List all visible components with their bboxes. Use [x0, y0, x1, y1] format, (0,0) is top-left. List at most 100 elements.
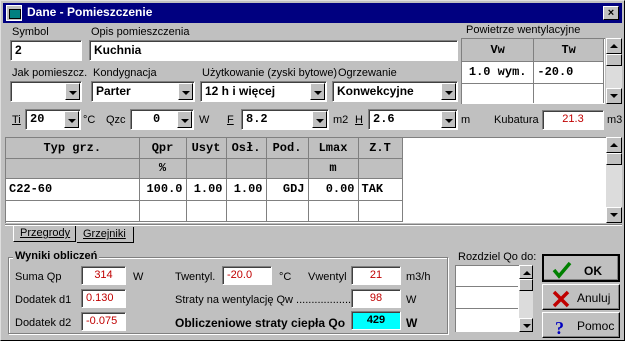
scroll-up-icon[interactable]	[606, 137, 622, 153]
vent-cell-vw[interactable]: 1.0 wym.	[462, 61, 535, 84]
scroll-down-icon[interactable]	[606, 207, 622, 223]
suma-label: Suma Qp	[15, 271, 62, 283]
chevron-down-icon[interactable]	[65, 83, 80, 100]
opis-label: Opis pomieszczenia	[91, 26, 190, 38]
d2-label: Dodatek d2	[15, 317, 72, 329]
vent-grid[interactable]: Vw Tw 1.0 wym. -20.0	[461, 38, 605, 104]
cell-qpr[interactable]: 100.0	[139, 178, 187, 201]
dialog-window: Dane - Pomieszczenie × Symbol 2 Opis pom…	[0, 0, 625, 341]
col-header-lmax: Lmax	[308, 138, 359, 159]
unit-cell	[186, 158, 227, 179]
heaters-table[interactable]: Typ grz. Qpr Usyt Osł. Pod. Lmax Z.T % m…	[5, 137, 606, 223]
suma-value: 314	[81, 266, 126, 285]
col-header-qpr: Qpr	[139, 138, 187, 159]
anuluj-button[interactable]: Anuluj	[542, 284, 620, 310]
col-header-zt: Z.T	[358, 138, 403, 159]
cell-usyt[interactable]: 1.00	[186, 178, 227, 201]
ti-label: Ti	[12, 114, 21, 126]
kondygnacja-label: Kondygnacja	[93, 67, 157, 79]
h-label: H	[355, 114, 363, 126]
scroll-thumb[interactable]	[519, 279, 533, 291]
kubatura-unit: m3	[607, 114, 623, 126]
ok-button[interactable]: OK	[542, 254, 620, 282]
rozdziel-scrollbar[interactable]	[519, 265, 533, 332]
jak-label: Jak pomieszcz.	[12, 67, 88, 79]
twentyl-label: Twentyl.	[175, 271, 216, 283]
unit-cell: %	[139, 158, 187, 179]
chevron-down-icon[interactable]	[310, 83, 325, 100]
chevron-down-icon[interactable]	[178, 83, 193, 100]
scroll-up-icon[interactable]	[606, 38, 622, 54]
cell-zt[interactable]: TAK	[358, 178, 403, 201]
chevron-down-icon[interactable]	[312, 111, 327, 128]
ti-combo[interactable]: 20	[25, 109, 81, 130]
chevron-down-icon[interactable]	[177, 111, 192, 128]
unit-cell	[226, 158, 267, 179]
h-combo[interactable]: 2.6	[368, 109, 458, 130]
oblicz-unit: W	[406, 316, 418, 330]
cell-lmax[interactable]: 0.00	[308, 178, 359, 201]
results-title: Wyniki obliczeń	[13, 250, 100, 262]
jak-combo[interactable]	[10, 81, 82, 102]
tab-grzejniki[interactable]: Grzejniki	[77, 227, 134, 243]
help-icon: ?	[555, 318, 564, 336]
oblicz-label: Obliczeniowe straty ciepła Qo	[175, 316, 346, 330]
table-scrollbar[interactable]	[606, 137, 622, 223]
f-label: F	[227, 114, 234, 126]
symbol-input[interactable]: 2	[10, 40, 82, 61]
unit-cell	[358, 158, 403, 179]
straty-unit: W	[406, 294, 417, 306]
f-combo[interactable]: 8.2	[241, 109, 329, 130]
vwentyl-value: 21	[351, 266, 401, 285]
cross-icon	[552, 290, 570, 308]
oblicz-value: 429	[351, 311, 401, 330]
d2-value: -0.075	[81, 312, 126, 331]
ti-unit: °C	[83, 114, 96, 126]
vwentyl-unit: m3/h	[406, 271, 431, 283]
straty-value: 98	[351, 289, 401, 308]
scroll-thumb[interactable]	[606, 153, 622, 165]
close-button[interactable]: ×	[603, 6, 619, 20]
rozdziel-list[interactable]	[455, 265, 519, 332]
scroll-down-icon[interactable]	[606, 88, 622, 104]
ogrzewanie-combo[interactable]: Konwekcyjne	[332, 81, 458, 102]
vent-scrollbar[interactable]	[606, 38, 622, 104]
opis-input[interactable]: Kuchnia	[89, 40, 458, 61]
chevron-down-icon[interactable]	[441, 83, 456, 100]
chevron-down-icon[interactable]	[64, 111, 79, 128]
uzytkowanie-label: Użytkowanie (zyski bytowe)	[202, 67, 338, 79]
svg-text:?: ?	[555, 318, 564, 336]
scroll-up-icon[interactable]	[519, 265, 533, 279]
kubatura-label: Kubatura	[494, 114, 539, 126]
symbol-label: Symbol	[12, 26, 49, 38]
chevron-down-icon[interactable]	[441, 111, 456, 128]
kondygnacja-combo[interactable]: Parter	[91, 81, 195, 102]
cell-pod[interactable]: GDJ	[266, 178, 309, 201]
straty-label: Straty na wentylację Qw ................…	[175, 294, 361, 306]
tab-przegrody[interactable]: Przegrody	[13, 226, 76, 242]
cell-osl[interactable]: 1.00	[226, 178, 267, 201]
table-row[interactable]: C22-60 100.0 1.00 1.00 GDJ 0.00 TAK	[6, 178, 403, 201]
col-header-pod: Pod.	[266, 138, 309, 159]
scroll-down-icon[interactable]	[519, 318, 533, 332]
d1-value: 0.130	[81, 289, 126, 308]
col-header-typ: Typ grz.	[6, 138, 140, 159]
kubatura-value: 21.3	[542, 110, 604, 130]
twentyl-unit: °C	[279, 271, 292, 283]
cell-typ[interactable]: C22-60	[6, 178, 140, 201]
pomoc-button[interactable]: ? Pomoc	[542, 312, 620, 338]
vent-cell-tw[interactable]: -20.0	[533, 61, 604, 84]
uzytkowanie-combo[interactable]: 12 h i więcej	[200, 81, 327, 102]
d1-label: Dodatek d1	[15, 294, 72, 306]
f-unit: m2	[333, 114, 349, 126]
vent-title: Powietrze wentylacyjne	[466, 24, 581, 36]
vent-header-vw: Vw	[462, 39, 535, 62]
app-icon	[6, 5, 22, 21]
qzc-label: Qzc	[106, 114, 126, 126]
vwentyl-label: Vwentyl	[308, 271, 347, 283]
rozdziel-label: Rozdziel Qo do:	[458, 251, 537, 263]
scroll-thumb[interactable]	[606, 54, 622, 66]
checkmark-icon	[552, 261, 572, 279]
unit-cell	[6, 158, 140, 179]
qzc-combo[interactable]: 0	[130, 109, 194, 130]
